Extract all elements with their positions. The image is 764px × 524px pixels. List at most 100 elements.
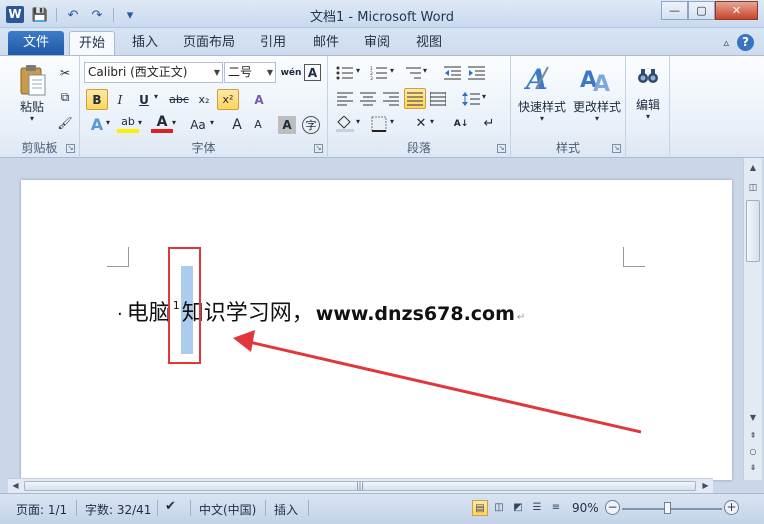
- character-border-icon[interactable]: A: [304, 64, 321, 81]
- character-shading-icon[interactable]: A: [278, 116, 296, 134]
- font-color-icon[interactable]: A: [151, 114, 173, 133]
- distributed-icon[interactable]: [427, 88, 449, 109]
- paste-icon[interactable]: [14, 62, 52, 98]
- zoom-in-button[interactable]: +: [724, 500, 739, 515]
- chevron-down-icon[interactable]: ▾: [106, 118, 110, 127]
- tab-review[interactable]: 审阅: [356, 31, 398, 55]
- format-painter-icon[interactable]: 🖌: [54, 112, 76, 133]
- shrink-font-icon[interactable]: A: [247, 114, 269, 135]
- decrease-indent-icon[interactable]: [442, 62, 464, 83]
- quick-styles-icon[interactable]: A: [521, 60, 561, 96]
- line-spacing-icon[interactable]: [460, 88, 482, 109]
- grow-font-icon[interactable]: A: [226, 114, 248, 135]
- font-name-combo[interactable]: Calibri (西文正文) ▼: [84, 62, 223, 83]
- chevron-down-icon[interactable]: ▾: [138, 118, 142, 127]
- quick-styles-label[interactable]: 快速样式: [513, 98, 571, 115]
- insert-mode-indicator[interactable]: 插入: [274, 501, 298, 518]
- chevron-down-icon[interactable]: ▾: [482, 92, 486, 101]
- previous-page-icon[interactable]: ⇞: [745, 428, 761, 444]
- clear-formatting-icon[interactable]: A: [248, 89, 270, 110]
- chevron-down-icon[interactable]: ▾: [390, 117, 394, 126]
- align-left-icon[interactable]: [334, 88, 356, 109]
- strikethrough-button[interactable]: abc: [166, 89, 192, 110]
- chevron-down-icon[interactable]: ▾: [356, 117, 360, 126]
- change-styles-label[interactable]: 更改样式: [567, 98, 627, 115]
- bullets-icon[interactable]: [334, 62, 356, 83]
- tab-file[interactable]: 文件: [8, 31, 64, 55]
- zoom-slider-track[interactable]: [622, 508, 722, 510]
- increase-indent-icon[interactable]: [466, 62, 488, 83]
- horizontal-scroll-thumb[interactable]: |||: [24, 481, 696, 491]
- paragraph-launcher-icon[interactable]: ↘: [497, 144, 506, 153]
- chevron-down-icon[interactable]: ▾: [626, 112, 670, 121]
- minimize-ribbon-icon[interactable]: ▵: [723, 36, 729, 49]
- scroll-right-icon[interactable]: ▶: [698, 479, 713, 493]
- font-launcher-icon[interactable]: ↘: [314, 144, 323, 153]
- chevron-down-icon[interactable]: ▾: [210, 118, 214, 127]
- shading-icon[interactable]: [334, 113, 356, 134]
- chevron-down-icon[interactable]: ▼: [267, 63, 273, 82]
- bold-button[interactable]: B: [86, 89, 108, 110]
- scroll-down-icon[interactable]: ▼: [745, 410, 761, 426]
- sort-icon[interactable]: A↓: [450, 113, 472, 134]
- document-page[interactable]: · 电脑 1 知识学习网， www.dnzs678.com ↵: [21, 180, 732, 480]
- help-icon[interactable]: ?: [737, 34, 754, 51]
- vertical-scrollbar[interactable]: ▲ ◫ ▼ ⇞ ○ ⇟: [743, 158, 762, 480]
- scroll-left-icon[interactable]: ◀: [8, 479, 23, 493]
- chevron-down-icon[interactable]: ▼: [214, 63, 220, 82]
- print-layout-view-icon[interactable]: ▤: [472, 500, 488, 516]
- vertical-scroll-thumb[interactable]: [746, 200, 760, 262]
- maximize-button[interactable]: ▢: [688, 1, 715, 20]
- cut-icon[interactable]: ✂: [54, 62, 76, 83]
- tab-home[interactable]: 开始: [69, 31, 115, 55]
- tab-references[interactable]: 引用: [252, 31, 294, 55]
- chevron-down-icon[interactable]: ▾: [567, 114, 627, 123]
- horizontal-scrollbar[interactable]: ◀ ||| ▶: [8, 478, 713, 493]
- language-indicator[interactable]: 中文(中国): [199, 501, 256, 518]
- next-page-icon[interactable]: ⇟: [745, 460, 761, 476]
- find-binoculars-icon[interactable]: [634, 62, 662, 90]
- minimize-button[interactable]: —: [661, 1, 688, 20]
- ruler-toggle-icon[interactable]: ◫: [745, 180, 761, 196]
- change-styles-icon[interactable]: AA: [577, 60, 617, 96]
- tab-insert[interactable]: 插入: [124, 31, 166, 55]
- outline-view-icon[interactable]: ☰: [529, 500, 545, 516]
- page-count[interactable]: 页面: 1/1: [16, 501, 67, 518]
- font-size-combo[interactable]: 二号 ▼: [224, 62, 276, 83]
- chevron-down-icon[interactable]: ▾: [430, 117, 434, 126]
- superscript-button[interactable]: x²: [217, 89, 239, 110]
- zoom-slider-knob[interactable]: [664, 502, 671, 514]
- copy-icon[interactable]: ⧉: [54, 87, 76, 108]
- select-browse-object-icon[interactable]: ○: [745, 444, 761, 460]
- word-count[interactable]: 字数: 32/41: [85, 501, 151, 518]
- scroll-up-icon[interactable]: ▲: [745, 160, 761, 176]
- change-case-icon[interactable]: Aa: [185, 114, 211, 135]
- full-screen-reading-view-icon[interactable]: ◫: [491, 500, 507, 516]
- styles-launcher-icon[interactable]: ↘: [612, 144, 621, 153]
- paste-dropdown-icon[interactable]: ▾: [12, 114, 52, 123]
- justify-icon[interactable]: [404, 88, 426, 109]
- chevron-down-icon[interactable]: ▾: [513, 114, 571, 123]
- text-effects-icon[interactable]: A: [86, 114, 108, 135]
- tab-page-layout[interactable]: 页面布局: [180, 31, 238, 55]
- show-paragraph-marks-icon[interactable]: ↵: [478, 113, 500, 134]
- align-center-icon[interactable]: [357, 88, 379, 109]
- editing-label[interactable]: 编辑: [626, 96, 670, 113]
- proofing-icon[interactable]: ✔: [165, 499, 176, 514]
- draft-view-icon[interactable]: ≡: [548, 500, 564, 516]
- chevron-down-icon[interactable]: ▾: [172, 118, 176, 127]
- web-layout-view-icon[interactable]: ◩: [510, 500, 526, 516]
- chevron-down-icon[interactable]: ▾: [390, 66, 394, 75]
- borders-icon[interactable]: [368, 113, 390, 134]
- chevron-down-icon[interactable]: ▾: [423, 66, 427, 75]
- underline-button[interactable]: U: [133, 89, 155, 110]
- tab-view[interactable]: 视图: [408, 31, 450, 55]
- enclose-characters-icon[interactable]: 字: [302, 116, 320, 134]
- multilevel-list-icon[interactable]: [402, 62, 424, 83]
- tab-mailings[interactable]: 邮件: [305, 31, 347, 55]
- chevron-down-icon[interactable]: ▾: [154, 92, 158, 101]
- numbering-icon[interactable]: 123: [368, 62, 390, 83]
- subscript-button[interactable]: x₂: [193, 89, 215, 110]
- chevron-down-icon[interactable]: ▾: [356, 66, 360, 75]
- clipboard-launcher-icon[interactable]: ↘: [66, 144, 75, 153]
